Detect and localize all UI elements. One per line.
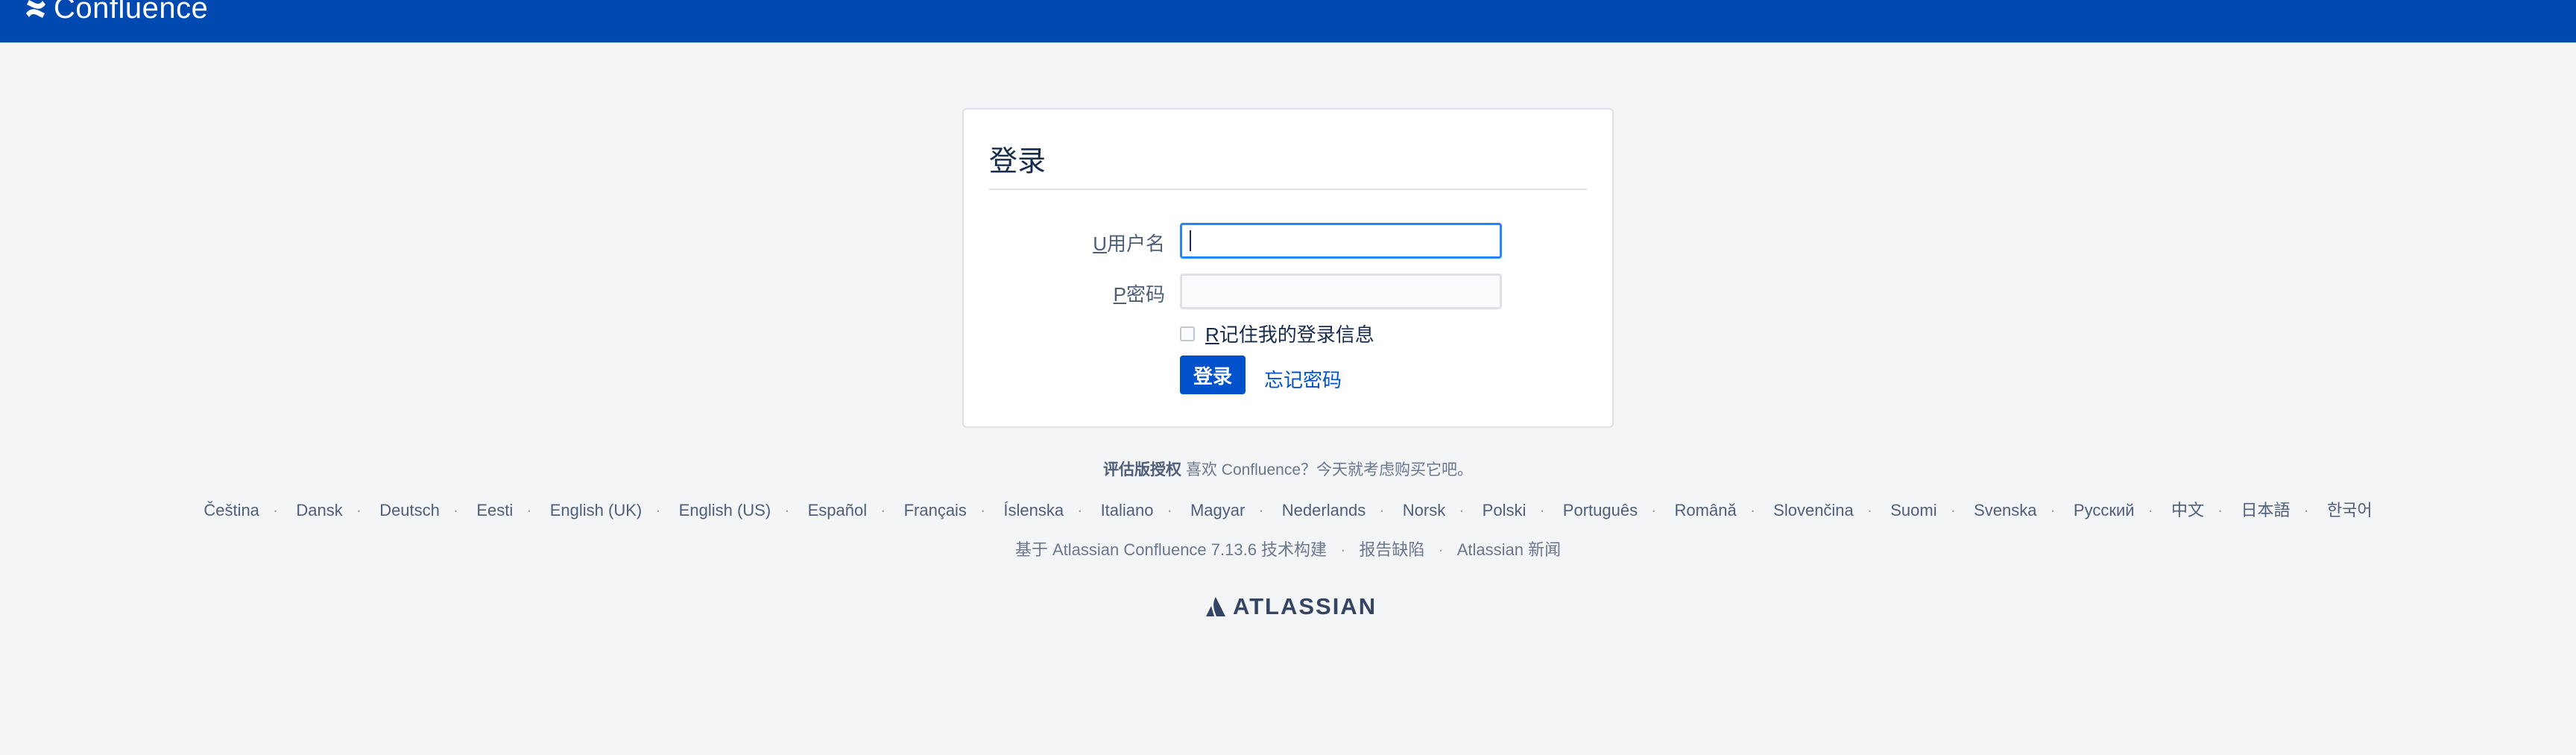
confluence-logo[interactable]: Confluence <box>24 0 209 25</box>
atlassian-wordmark: ATLASSIAN <box>1233 593 1377 619</box>
language-link[interactable]: 한국어 <box>2327 501 2373 519</box>
password-input[interactable] <box>1180 274 1502 309</box>
separator: · <box>1340 540 1346 559</box>
username-label-text: 用户名 <box>1106 233 1165 255</box>
language-link[interactable]: Deutsch <box>379 501 440 519</box>
separator: · <box>356 501 362 519</box>
separator: · <box>2050 501 2056 519</box>
separator: · <box>1167 501 1172 519</box>
language-link[interactable]: Eesti <box>476 501 513 519</box>
language-link[interactable]: Svenska <box>1974 501 2036 519</box>
separator: · <box>2217 501 2223 519</box>
separator: · <box>1077 501 1083 519</box>
separator: · <box>2147 501 2153 519</box>
confluence-logo-icon <box>26 0 45 18</box>
language-link[interactable]: Português <box>1563 501 1638 519</box>
language-link[interactable]: Français <box>904 501 967 519</box>
username-label: U用户名 <box>964 229 1165 256</box>
separator: · <box>1950 501 1956 519</box>
separator: · <box>526 501 532 519</box>
remember-label-text: 记住我的登录信息 <box>1219 323 1374 346</box>
evaluation-license-text: 喜欢 Confluence？今天就考虑购买它吧。 <box>1185 461 1474 478</box>
language-link[interactable]: 日本語 <box>2241 501 2290 519</box>
atlassian-news-link[interactable]: Atlassian 新闻 <box>1457 540 1561 559</box>
separator: · <box>979 501 986 519</box>
separator: · <box>1459 501 1465 519</box>
language-link[interactable]: Suomi <box>1890 501 1936 519</box>
top-header: Confluence <box>0 0 2576 42</box>
password-label-text: 密码 <box>1126 283 1165 306</box>
language-link[interactable]: Nederlands <box>1282 501 1366 519</box>
login-card: 登录 U用户名 P密码 R记住我的登录信息 登录 忘记密码 <box>962 108 1614 428</box>
language-link[interactable]: English (UK) <box>550 501 642 519</box>
separator: · <box>1651 501 1657 519</box>
username-accesskey: U <box>1093 233 1107 255</box>
language-link[interactable]: Русский <box>2074 501 2135 519</box>
product-name: Confluence <box>54 0 209 25</box>
language-link[interactable]: Español <box>808 501 868 519</box>
evaluation-license-notice: 评估版授权 喜欢 Confluence？今天就考虑购买它吧。 <box>0 458 2576 480</box>
language-link[interactable]: Norsk <box>1403 501 1445 519</box>
remember-me-row[interactable]: R记住我的登录信息 <box>1180 320 1374 347</box>
separator: · <box>452 501 459 519</box>
username-input[interactable] <box>1180 223 1502 259</box>
remember-me-checkbox[interactable] <box>1180 326 1195 341</box>
language-link[interactable]: Dansk <box>296 501 342 519</box>
separator: · <box>1438 540 1444 559</box>
powered-by-line: 基于 Atlassian Confluence 7.13.6 技术构建 · 报告缺陷… <box>0 537 2576 560</box>
language-link[interactable]: Italiano <box>1101 501 1154 519</box>
language-link[interactable]: Íslenska <box>1003 501 1064 519</box>
remember-me-label[interactable]: R记住我的登录信息 <box>1205 320 1374 347</box>
text-caret <box>1190 230 1191 251</box>
title-divider <box>989 189 1587 190</box>
forgot-password-link[interactable]: 忘记密码 <box>1264 365 1342 393</box>
login-button[interactable]: 登录 <box>1180 356 1246 394</box>
separator: · <box>1749 501 1756 519</box>
separator: · <box>1539 501 1545 519</box>
evaluation-license-title: 评估版授权 <box>1102 461 1181 478</box>
separator: · <box>655 501 661 519</box>
separator: · <box>2303 501 2309 519</box>
language-link[interactable]: Polski <box>1483 501 1527 519</box>
atlassian-logo[interactable]: ATLASSIAN <box>1205 593 1377 620</box>
password-label: P密码 <box>964 279 1165 307</box>
login-title: 登录 <box>989 146 1046 177</box>
language-link[interactable]: Română <box>1675 501 1737 519</box>
report-bug-link[interactable]: 报告缺陷 <box>1359 540 1424 559</box>
remember-accesskey: R <box>1205 323 1219 346</box>
separator: · <box>1379 501 1385 519</box>
atlassian-logo-icon <box>1206 597 1225 616</box>
powered-by-text[interactable]: 基于 Atlassian Confluence 7.13.6 技术构建 <box>1015 540 1327 559</box>
separator: · <box>784 501 790 519</box>
language-link[interactable]: 中文 <box>2171 501 2204 519</box>
language-link[interactable]: Čeština <box>203 501 259 519</box>
separator: · <box>272 501 279 519</box>
language-link[interactable]: Magyar <box>1190 501 1245 519</box>
separator: · <box>1258 501 1264 519</box>
language-list: Čeština · Dansk · Deutsch · Eesti · English … <box>0 497 2576 521</box>
language-link[interactable]: Slovenčina <box>1773 501 1854 519</box>
password-accesskey: P <box>1113 283 1126 306</box>
language-link[interactable]: English (US) <box>679 501 771 519</box>
separator: · <box>1866 501 1873 519</box>
separator: · <box>880 501 886 519</box>
